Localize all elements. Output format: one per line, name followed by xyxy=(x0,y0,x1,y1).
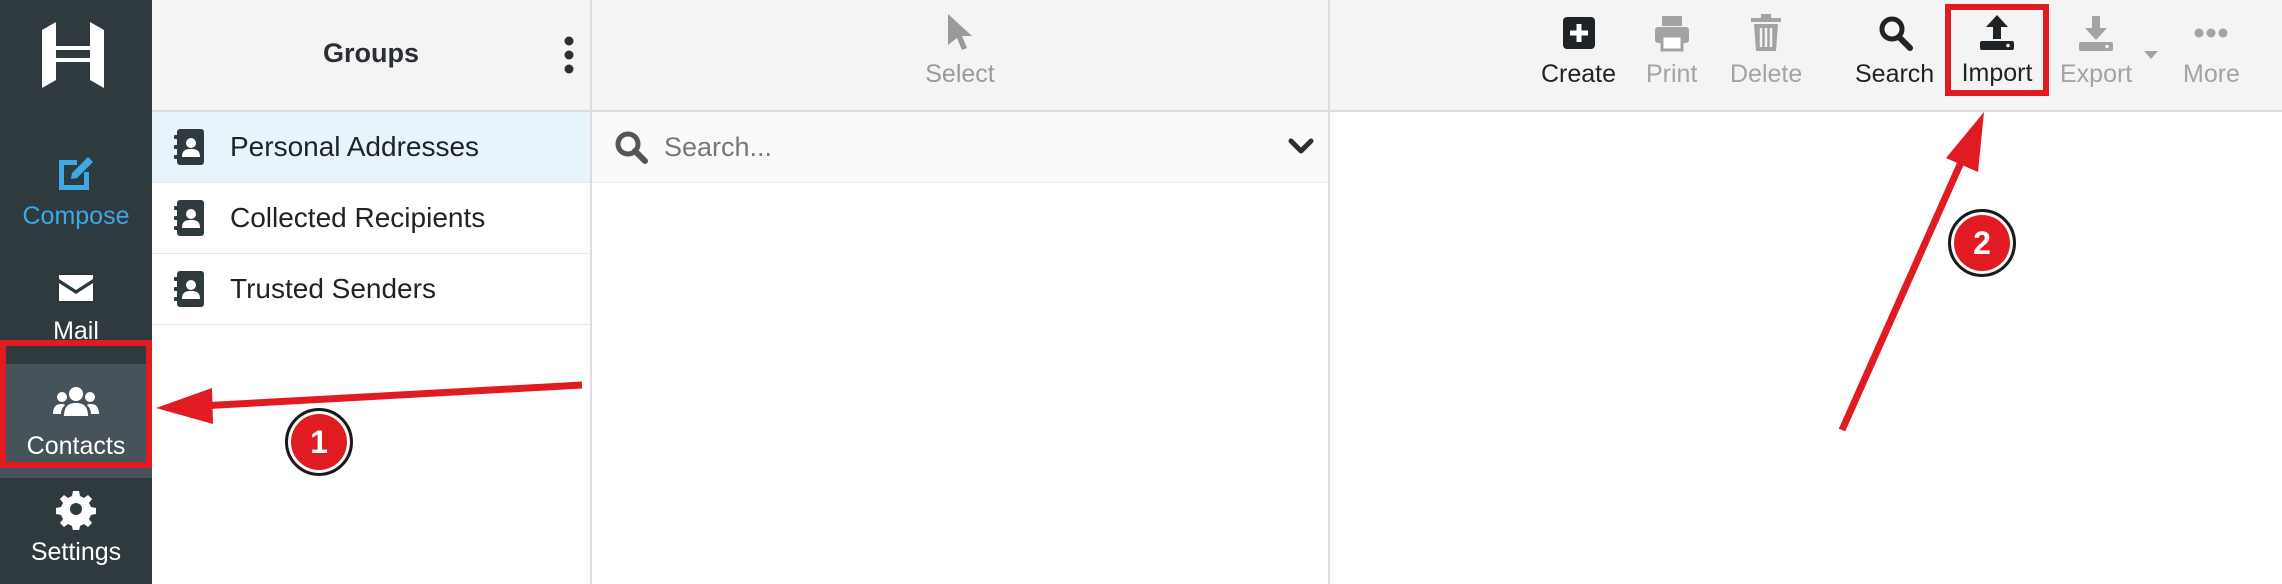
compose-icon xyxy=(59,156,93,190)
app-logo-icon xyxy=(42,22,104,88)
contact-details-pane xyxy=(1330,0,2282,584)
printer-icon xyxy=(1654,16,1689,52)
nav-contacts[interactable]: Contacts xyxy=(0,364,152,478)
nav-compose-label: Compose xyxy=(22,201,130,230)
export-dropdown-caret-icon[interactable] xyxy=(2143,50,2159,60)
export-label: Export xyxy=(2060,60,2133,88)
more-label: More xyxy=(2183,60,2240,88)
group-label: Collected Recipients xyxy=(230,202,486,233)
more-button[interactable]: More xyxy=(2183,14,2240,89)
create-label: Create xyxy=(1541,60,1617,88)
cursor-pointer-icon xyxy=(948,14,972,50)
select-button[interactable]: Select xyxy=(592,14,1328,89)
nav-mail-label: Mail xyxy=(53,316,99,345)
search-icon xyxy=(615,131,648,164)
address-book-icon xyxy=(174,200,204,236)
nav-mail[interactable]: Mail xyxy=(0,249,152,363)
address-book-icon xyxy=(174,271,204,307)
trash-icon xyxy=(1751,14,1782,51)
toolbar xyxy=(1330,0,2282,112)
group-trusted-senders[interactable]: Trusted Senders xyxy=(152,254,590,325)
gear-icon xyxy=(56,490,96,530)
group-personal-addresses[interactable]: Personal Addresses xyxy=(152,112,590,183)
list-header: Select xyxy=(592,0,1328,112)
upload-icon xyxy=(1980,14,2014,50)
group-collected-recipients[interactable]: Collected Recipients xyxy=(152,183,590,254)
import-button[interactable]: Import xyxy=(1945,4,2049,96)
address-book-icon xyxy=(174,129,204,165)
kebab-menu-icon[interactable] xyxy=(562,36,576,74)
search-icon xyxy=(1879,16,1913,51)
app-nav-rail: Compose Mail Contacts Settings xyxy=(0,0,152,584)
nav-contacts-label: Contacts xyxy=(26,431,126,460)
chevron-down-icon[interactable] xyxy=(1288,137,1314,157)
contacts-list-panel: Select xyxy=(592,0,1330,584)
nav-compose[interactable]: Compose xyxy=(0,134,152,248)
ellipsis-icon xyxy=(2194,28,2228,38)
plus-square-icon xyxy=(1562,17,1595,49)
nav-settings-label: Settings xyxy=(30,537,122,566)
delete-label: Delete xyxy=(1730,60,1803,88)
export-button[interactable]: Export xyxy=(2060,14,2132,89)
groups-title: Groups xyxy=(322,38,419,68)
import-label: Import xyxy=(1961,58,2033,87)
groups-header: Groups xyxy=(152,0,590,112)
step-badge-2: 2 xyxy=(1948,209,2016,277)
download-icon xyxy=(2079,16,2114,51)
group-label: Trusted Senders xyxy=(230,273,436,304)
nav-settings[interactable]: Settings xyxy=(0,470,152,584)
search-button[interactable]: Search xyxy=(1855,14,1934,89)
step-badge-1: 1 xyxy=(285,408,353,476)
print-button[interactable]: Print xyxy=(1646,14,1697,89)
delete-button[interactable]: Delete xyxy=(1730,14,1802,89)
create-button[interactable]: Create xyxy=(1541,14,1616,89)
users-icon xyxy=(53,386,99,416)
envelope-icon xyxy=(59,274,93,301)
search-label: Search xyxy=(1855,60,1935,88)
contacts-search-bar xyxy=(592,112,1328,183)
print-label: Print xyxy=(1646,60,1698,88)
group-label: Personal Addresses xyxy=(230,131,480,162)
select-label: Select xyxy=(925,60,995,88)
search-input[interactable] xyxy=(662,130,1288,164)
groups-panel: Groups Personal Addresses Collected Reci… xyxy=(152,0,592,584)
